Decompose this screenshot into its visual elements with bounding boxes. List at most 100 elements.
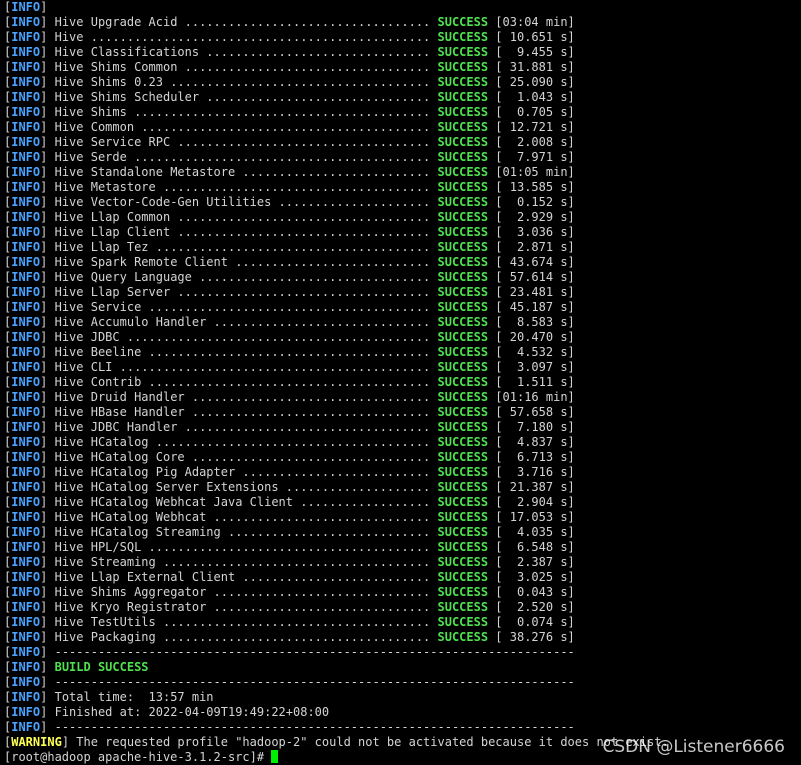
log-bracket: ] [40, 540, 55, 554]
module-time: [ 6.548 s] [488, 540, 575, 554]
log-line: [INFO] Hive Llap Client ................… [4, 225, 801, 240]
module-time: [ 0.152 s] [488, 195, 575, 209]
module-status: SUCCESS [437, 435, 489, 449]
log-line: [INFO] Hive HBase Handler ..............… [4, 405, 801, 420]
log-level: INFO [11, 645, 41, 659]
log-message: Hive HCatalog Webhcat Java Client ......… [54, 495, 438, 509]
log-line: [INFO] Hive Vector-Code-Gen Utilities ..… [4, 195, 801, 210]
log-line: [INFO] Hive HCatalog Streaming .........… [4, 525, 801, 540]
log-bracket: ] [40, 480, 55, 494]
log-line: [INFO] Hive Service RPC ................… [4, 135, 801, 150]
log-line: [INFO] Hive Streaming ..................… [4, 555, 801, 570]
log-line: [INFO] Hive Kryo Registrator ...........… [4, 600, 801, 615]
terminal-output[interactable]: [INFO] [INFO] Hive Upgrade Acid ........… [4, 0, 801, 765]
log-bracket: ] [40, 345, 55, 359]
log-level: INFO [11, 570, 41, 584]
log-level: INFO [11, 585, 41, 599]
log-bracket: ] [40, 210, 55, 224]
module-time: [ 0.074 s] [488, 615, 575, 629]
log-level: INFO [11, 345, 41, 359]
log-level: INFO [11, 90, 41, 104]
log-bracket: ] [40, 600, 55, 614]
module-time: [ 2.008 s] [488, 135, 575, 149]
log-message: The requested profile "hadoop-2" could n… [76, 735, 669, 749]
module-time: [ 2.387 s] [488, 555, 575, 569]
log-bracket: ] [40, 675, 55, 689]
module-time: [ 21.387 s] [488, 480, 575, 494]
module-status: SUCCESS [437, 615, 489, 629]
log-level: INFO [11, 420, 41, 434]
module-time: [ 57.614 s] [488, 270, 575, 284]
log-message: Hive Shims Common ......................… [54, 60, 438, 74]
log-message: Hive JDBC ..............................… [54, 330, 438, 344]
module-time: [ 45.187 s] [488, 300, 575, 314]
log-bracket: ] [40, 630, 55, 644]
module-status: SUCCESS [437, 480, 489, 494]
log-level: INFO [11, 690, 41, 704]
log-level: INFO [11, 675, 41, 689]
log-line: [INFO] Hive HCatalog Server Extensions .… [4, 480, 801, 495]
module-time: [ 38.276 s] [488, 630, 575, 644]
log-level: INFO [11, 330, 41, 344]
log-message: Hive Standalone Metastore ..............… [54, 165, 438, 179]
module-status: SUCCESS [437, 330, 489, 344]
module-time: [ 7.180 s] [488, 420, 575, 434]
log-line: [INFO] Hive Shims Scheduler ............… [4, 90, 801, 105]
log-level: INFO [11, 450, 41, 464]
log-bracket: ] [40, 585, 55, 599]
log-message: Hive Service RPC .......................… [54, 135, 438, 149]
log-bracket: ] [61, 735, 77, 749]
module-time: [ 57.658 s] [488, 405, 575, 419]
module-status: SUCCESS [437, 240, 489, 254]
log-line: [INFO] Hive Druid Handler ..............… [4, 390, 801, 405]
module-status: SUCCESS [437, 210, 489, 224]
module-status: SUCCESS [437, 345, 489, 359]
log-level: INFO [11, 15, 41, 29]
module-status: SUCCESS [437, 75, 489, 89]
log-bracket: ] [40, 465, 55, 479]
log-line: [INFO] Total time: 13:57 min [4, 690, 801, 705]
log-line: [INFO] Hive Standalone Metastore .......… [4, 165, 801, 180]
log-bracket: ] [40, 45, 55, 59]
module-time: [ 3.036 s] [488, 225, 575, 239]
log-line: [INFO] Hive Packaging ..................… [4, 630, 801, 645]
log-level: INFO [11, 615, 41, 629]
log-message: Hive CLI ...............................… [54, 360, 438, 374]
module-time: [ 0.043 s] [488, 585, 575, 599]
log-bracket: ] [40, 390, 55, 404]
log-level: INFO [11, 285, 41, 299]
module-status: SUCCESS [437, 600, 489, 614]
log-line: [INFO] Hive HPL/SQL ....................… [4, 540, 801, 555]
log-line: [INFO] Hive HCatalog Webhcat Java Client… [4, 495, 801, 510]
log-level: INFO [11, 315, 41, 329]
log-bracket: ] [40, 420, 55, 434]
log-message: Hive HCatalog Webhcat ..................… [54, 510, 438, 524]
log-bracket: ] [40, 510, 55, 524]
log-level: INFO [11, 60, 41, 74]
log-message: Hive TestUtils .........................… [54, 615, 438, 629]
log-bracket: ] [40, 300, 55, 314]
log-level: INFO [11, 705, 41, 719]
log-line: [INFO] Hive HCatalog Core ..............… [4, 450, 801, 465]
log-level: INFO [11, 225, 41, 239]
log-message: Finished at: 2022-04-09T19:49:22+08:00 [54, 705, 330, 719]
log-line: [INFO] Finished at: 2022-04-09T19:49:22+… [4, 705, 801, 720]
log-message: Hive Packaging .........................… [54, 630, 438, 644]
module-time: [ 2.929 s] [488, 210, 575, 224]
module-status: SUCCESS [437, 195, 489, 209]
log-line: [INFO] Hive HCatalog Pig Adapter .......… [4, 465, 801, 480]
log-message: Hive JDBC Handler ......................… [54, 420, 438, 434]
log-message: ----------------------------------------… [54, 675, 575, 689]
log-bracket: ] [40, 330, 55, 344]
module-status: SUCCESS [437, 270, 489, 284]
module-time: [01:05 min] [488, 165, 575, 179]
log-message: Hive Llap Common .......................… [54, 210, 438, 224]
log-message: Hive Service ...........................… [54, 300, 438, 314]
log-bracket: ] [40, 105, 55, 119]
log-message: Hive Shims .............................… [54, 105, 438, 119]
module-time: [ 17.053 s] [488, 510, 575, 524]
log-line: [INFO] Hive Shims Aggregator ...........… [4, 585, 801, 600]
log-message: ----------------------------------------… [54, 720, 575, 734]
log-line: [INFO] Hive Shims Common ...............… [4, 60, 801, 75]
log-line: [INFO] Hive Common .....................… [4, 120, 801, 135]
